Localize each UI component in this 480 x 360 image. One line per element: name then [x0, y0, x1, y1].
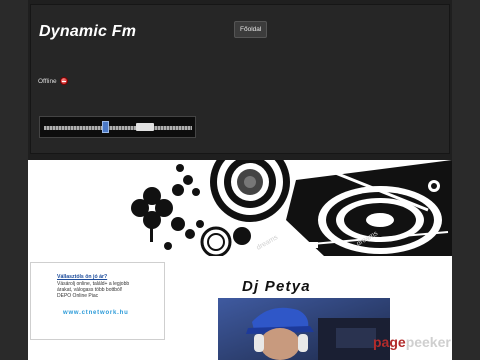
ad-link[interactable]: www.ctnetwork.hu: [63, 310, 129, 316]
site-title: Dynamic Fm: [39, 23, 137, 40]
stream-status: Offline: [38, 77, 68, 85]
audio-player[interactable]: [39, 116, 196, 138]
dj-photo-graphic: [218, 298, 390, 360]
watermark-part1: page: [373, 334, 406, 350]
player-seek-bar[interactable]: [44, 126, 192, 130]
watermark-part2: peeker: [405, 334, 451, 350]
dj-photo: [218, 298, 390, 360]
home-nav-button[interactable]: Főoldal: [234, 21, 268, 38]
ad-box: Vállasztóls ön jó ár? Vásárolj online, t…: [30, 262, 165, 340]
player-slider-knob[interactable]: [136, 123, 154, 131]
page: Dynamic Fm Főoldal Offline dreams dreams…: [28, 0, 452, 360]
header-panel: Dynamic Fm Főoldal Offline: [30, 4, 450, 154]
dj-banner-image: dreams dreams: [28, 160, 452, 256]
offline-status-icon: [59, 77, 68, 85]
pagepeeker-watermark: pagepeeker: [373, 334, 451, 350]
header: Dynamic Fm Főoldal Offline: [28, 0, 452, 160]
ad-title[interactable]: Vállasztóls ön jó ár?: [57, 274, 107, 280]
ad-text-line: DEPO Online Piac: [57, 293, 99, 299]
status-text: Offline: [38, 77, 57, 85]
banner-graphic: dreams dreams: [28, 160, 452, 256]
volume-icon[interactable]: [102, 121, 109, 133]
dj-title: Dj Petya: [242, 278, 311, 295]
